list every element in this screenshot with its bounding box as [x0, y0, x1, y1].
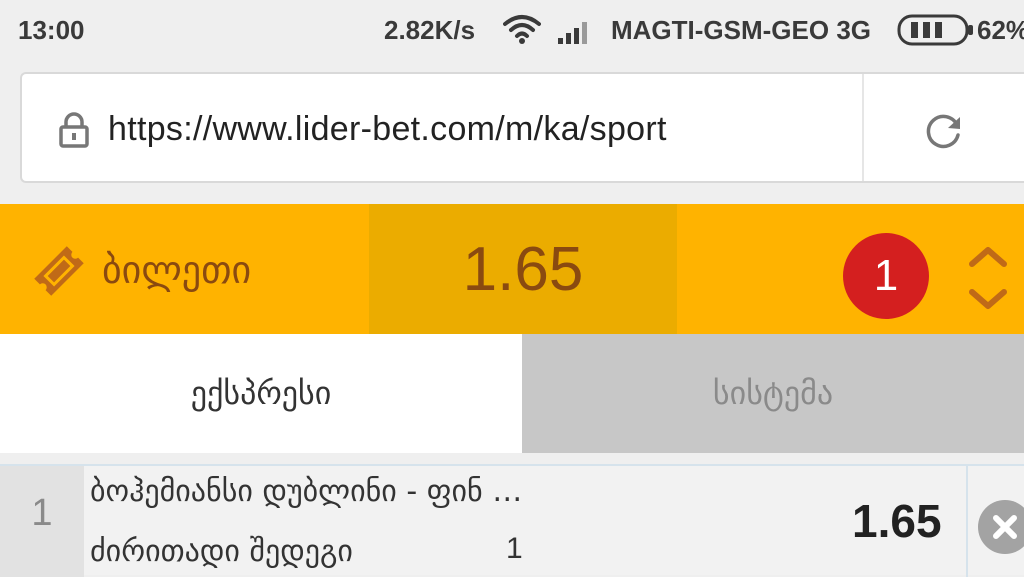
bet-market: ძირითადი შედეგი	[90, 534, 353, 569]
url-divider	[862, 74, 864, 181]
bet-divider	[966, 466, 968, 577]
bet-row: 1 ბოჰემიანსი დუბლინი - ფინ … ძირითადი შე…	[0, 464, 1024, 577]
status-carrier: MAGTI-GSM-GEO 3G	[611, 15, 871, 45]
lock-icon	[59, 112, 89, 148]
wifi-icon	[503, 15, 541, 44]
tab-express[interactable]: ექსპრესი	[0, 334, 522, 453]
bet-type-tabs: ექსპრესი სისტემა	[0, 334, 1024, 453]
status-bar: 13:00 2.82K/s MAGTI-GSM-GEO 3G 62%	[0, 0, 1024, 60]
ticket-icon	[34, 246, 84, 296]
reload-icon[interactable]	[924, 111, 964, 151]
expand-collapse-icon[interactable]	[966, 244, 1010, 312]
remove-bet-button[interactable]	[978, 500, 1024, 554]
bet-event-name: ბოჰემიანსი დუბლინი - ფინ …	[90, 474, 523, 509]
bet-odds: 1.65	[852, 495, 942, 547]
ticket-bar[interactable]: ბილეთი 1.65 1	[0, 204, 1024, 334]
ticket-total-odds: 1.65	[462, 235, 584, 304]
status-time: 13:00	[18, 15, 85, 45]
tab-system[interactable]: სისტემა	[522, 334, 1024, 453]
ticket-total-odds-box: 1.65	[369, 204, 677, 334]
status-speed: 2.82K/s	[384, 15, 476, 45]
battery-icon	[897, 14, 973, 46]
status-battery: 62%	[977, 15, 1024, 45]
close-icon	[993, 515, 1017, 539]
signal-icon	[558, 22, 587, 44]
url-text[interactable]: https://www.lider-bet.com/m/ka/sport	[108, 110, 667, 149]
bet-number-cell: 1	[0, 466, 84, 577]
address-bar[interactable]: https://www.lider-bet.com/m/ka/sport	[20, 72, 1024, 183]
ticket-label: ბილეთი	[102, 248, 252, 292]
ticket-count-badge: 1	[843, 233, 929, 319]
bet-number: 1	[31, 492, 53, 534]
bet-outcome: 1	[506, 532, 523, 565]
